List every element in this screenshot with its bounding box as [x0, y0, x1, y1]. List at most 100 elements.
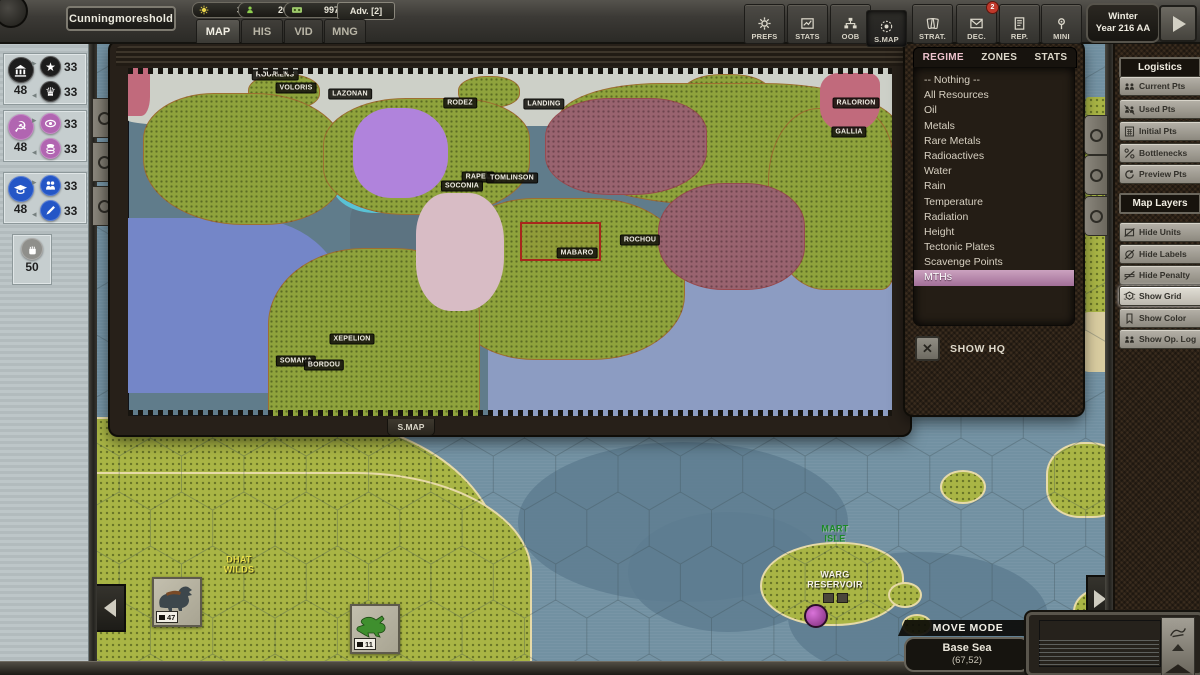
stat-value: 48 [14, 83, 27, 97]
population-icon [245, 5, 255, 15]
button-label: Current Pts [1139, 81, 1185, 91]
stat-group-labor[interactable]: ☭ 48 33 33 ▸ ◂ [3, 110, 87, 162]
unit-bookmark-tab[interactable] [1161, 617, 1195, 675]
oob-button[interactable]: OOB [830, 4, 871, 44]
strategic-map-frame: ROURIENS VOLORIS LAZONAN RODEZ LANDING R… [110, 42, 910, 435]
layer-item[interactable]: Radiation [914, 210, 1074, 225]
button-label: DEC. [967, 32, 986, 41]
building-icon [823, 593, 834, 603]
scroll-left-button[interactable] [94, 584, 126, 632]
show-grid-button[interactable]: Show Grid [1119, 286, 1200, 306]
globe-icon [879, 17, 894, 35]
layer-item[interactable]: Rain [914, 179, 1074, 194]
show-op-log-button[interactable]: Show Op. Log [1119, 329, 1200, 349]
prefs-button[interactable]: PREFS [744, 4, 785, 44]
label-line: MART [821, 524, 848, 534]
beast-type-icon [159, 615, 165, 620]
preview-pts-button[interactable]: Preview Pts [1119, 164, 1200, 184]
layer-item[interactable]: Height [914, 225, 1074, 240]
creature-scribble-icon [1168, 624, 1188, 640]
tab-zones[interactable]: ZONES [981, 52, 1017, 63]
strat-button[interactable]: STRAT. [912, 4, 953, 44]
button-label: Show Grid [1139, 291, 1182, 301]
smap-label: RODEZ [443, 98, 477, 109]
button-label: Initial Pts [1139, 126, 1177, 136]
used-pts-button[interactable]: Used Pts [1119, 99, 1200, 119]
initial-pts-button[interactable]: Initial Pts [1119, 121, 1200, 141]
button-label: STRAT. [919, 32, 946, 41]
layer-item[interactable]: Radioactives [914, 149, 1074, 164]
stats-button[interactable]: STATS [787, 4, 828, 44]
empire-stats-sidebar: 48 ★ 33 ♛ 33 ▸ ◂ ☭ 48 [0, 42, 89, 662]
layer-item[interactable]: Metals [914, 119, 1074, 134]
sun-icon [199, 5, 209, 15]
cards-icon [925, 14, 940, 32]
current-pts-button[interactable]: Current Pts [1119, 76, 1200, 96]
stat-group-government[interactable]: 48 ★ 33 ♛ 33 ▸ ◂ [3, 53, 87, 105]
tab-vid[interactable]: VID [284, 19, 323, 43]
side-tab-right-3[interactable] [1084, 196, 1108, 236]
terrain-preview-panel[interactable] [1026, 612, 1200, 675]
flow-arrow-icon: ◂ [32, 147, 37, 158]
bottlenecks-button[interactable]: Bottlenecks [1119, 143, 1200, 163]
smap-label: LAZONAN [328, 89, 372, 100]
hide-penalty-button[interactable]: Hide Penalty [1119, 265, 1200, 285]
map-layers-header: Map Layers [1119, 193, 1200, 214]
smap-button[interactable]: S.MAP [866, 10, 907, 47]
layer-item[interactable]: Oil [914, 103, 1074, 118]
ring-icon [1090, 169, 1103, 182]
reports-button[interactable]: REP. [999, 4, 1040, 44]
tab-mng[interactable]: MNG [324, 19, 366, 43]
purple-region [353, 108, 448, 198]
tab-map[interactable]: MAP [196, 19, 240, 43]
tab-regime[interactable]: REGIME [923, 52, 964, 63]
hide-labels-button[interactable]: Hide Labels [1119, 244, 1200, 264]
layer-item[interactable]: -- Nothing -- [914, 73, 1074, 88]
layer-item[interactable]: Tectonic Plates [914, 240, 1074, 255]
mini-button[interactable]: MINI [1041, 4, 1082, 44]
stat-group-power[interactable]: 50 [12, 234, 52, 285]
layer-item[interactable]: All Resources [914, 88, 1074, 103]
show-hq-checkbox[interactable]: ✕ [915, 336, 940, 361]
smap-window-tab[interactable]: S.MAP [387, 419, 435, 436]
side-tab-right-2[interactable] [1084, 155, 1108, 195]
smap-label: ROCHOU [620, 235, 660, 246]
ring-icon [98, 112, 111, 125]
hide-units-button[interactable]: Hide Units [1119, 222, 1200, 242]
labor-icon: ☭ [8, 114, 34, 140]
unit-count-badge: 11 [354, 638, 376, 650]
layer-item[interactable]: Rare Metals [914, 134, 1074, 149]
strategic-map-canvas[interactable]: ROURIENS VOLORIS LAZONAN RODEZ LANDING R… [128, 68, 892, 416]
islet [888, 582, 922, 608]
logistics-header: Logistics [1119, 57, 1200, 78]
education-icon [8, 176, 34, 202]
advisor-button[interactable]: Adv. [2] [337, 2, 395, 20]
stat-value: 33 [64, 179, 77, 193]
coins-icon [40, 138, 61, 159]
frame-ridges [116, 46, 904, 66]
unit-tile-lizard[interactable]: 11 [350, 604, 400, 654]
show-hq-label: SHOW HQ [950, 343, 1006, 355]
label-line: ISLE [821, 534, 848, 544]
stat-value: 48 [14, 140, 27, 154]
button-label: Show Op. Log [1139, 334, 1196, 344]
tab-stats[interactable]: STATS [1035, 52, 1068, 63]
star-icon: ★ [40, 56, 61, 77]
stat-value: 33 [64, 60, 77, 74]
continent-west-south [88, 472, 532, 662]
decisions-button[interactable]: DEC. 2 [956, 4, 997, 44]
layer-item[interactable]: Temperature [914, 195, 1074, 210]
show-color-button[interactable]: Show Color [1119, 308, 1200, 328]
unit-token-purple[interactable] [804, 604, 828, 628]
layer-item[interactable]: Water [914, 164, 1074, 179]
unit-tile-predator[interactable]: 47 [152, 577, 202, 627]
button-label: Hide Units [1139, 227, 1181, 237]
side-tab-right-1[interactable] [1084, 115, 1108, 155]
layer-item-selected[interactable]: MTHs [914, 270, 1074, 285]
button-label: Used Pts [1139, 104, 1175, 114]
stat-group-education[interactable]: 48 33 33 ▸ ◂ [3, 172, 87, 224]
end-turn-button[interactable] [1159, 5, 1197, 42]
layer-item[interactable]: Scavenge Points [914, 255, 1074, 270]
tab-his[interactable]: HIS [241, 19, 283, 43]
pen-icon [40, 200, 61, 221]
